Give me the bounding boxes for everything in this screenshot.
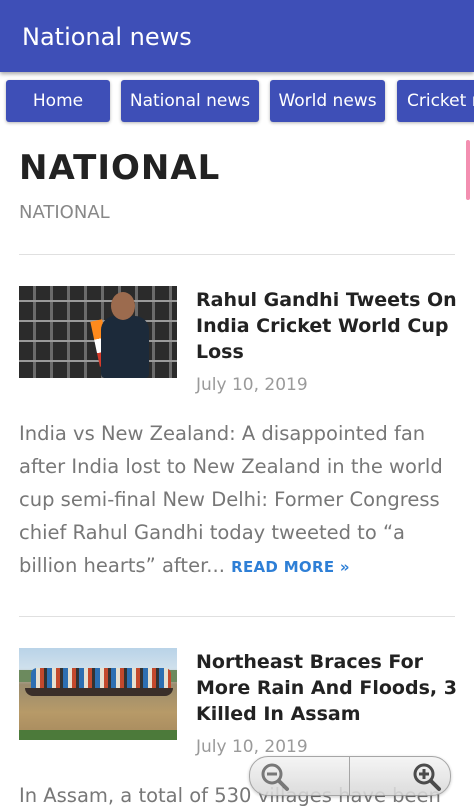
nav-world-news-button[interactable]: World news: [270, 80, 385, 122]
scroll-indicator: [466, 140, 470, 200]
article-date: July 10, 2019: [196, 737, 308, 757]
app-title: National news: [22, 23, 192, 51]
nav-national-news-button[interactable]: National news: [121, 80, 259, 122]
page-title: NATIONAL: [19, 148, 221, 188]
divider: [19, 254, 455, 255]
article-excerpt-text: India vs New Zealand: A disappointed fan…: [19, 422, 443, 577]
nav-cricket-news-button[interactable]: Cricket n: [397, 80, 474, 122]
zoom-in-icon: [413, 763, 441, 791]
nav-home-button[interactable]: Home: [6, 80, 110, 122]
read-more-link[interactable]: READ MORE »: [231, 558, 350, 576]
article-thumbnail[interactable]: [19, 286, 177, 378]
zoom-out-button[interactable]: [250, 757, 350, 795]
article-date: July 10, 2019: [196, 375, 308, 395]
article-title-link[interactable]: Northeast Braces For More Rain And Flood…: [196, 649, 458, 727]
article-excerpt: India vs New Zealand: A disappointed fan…: [19, 417, 459, 584]
article-title-link[interactable]: Rahul Gandhi Tweets On India Cricket Wor…: [196, 287, 458, 365]
category-nav[interactable]: Home National news World news Cricket n: [0, 72, 474, 130]
app-bar: National news: [0, 0, 474, 72]
page-subtitle: NATIONAL: [19, 202, 110, 223]
zoom-out-icon: [261, 763, 289, 791]
article-thumbnail[interactable]: [19, 648, 177, 740]
zoom-control[interactable]: [249, 756, 451, 796]
divider: [19, 616, 455, 617]
zoom-in-button[interactable]: [350, 757, 449, 795]
